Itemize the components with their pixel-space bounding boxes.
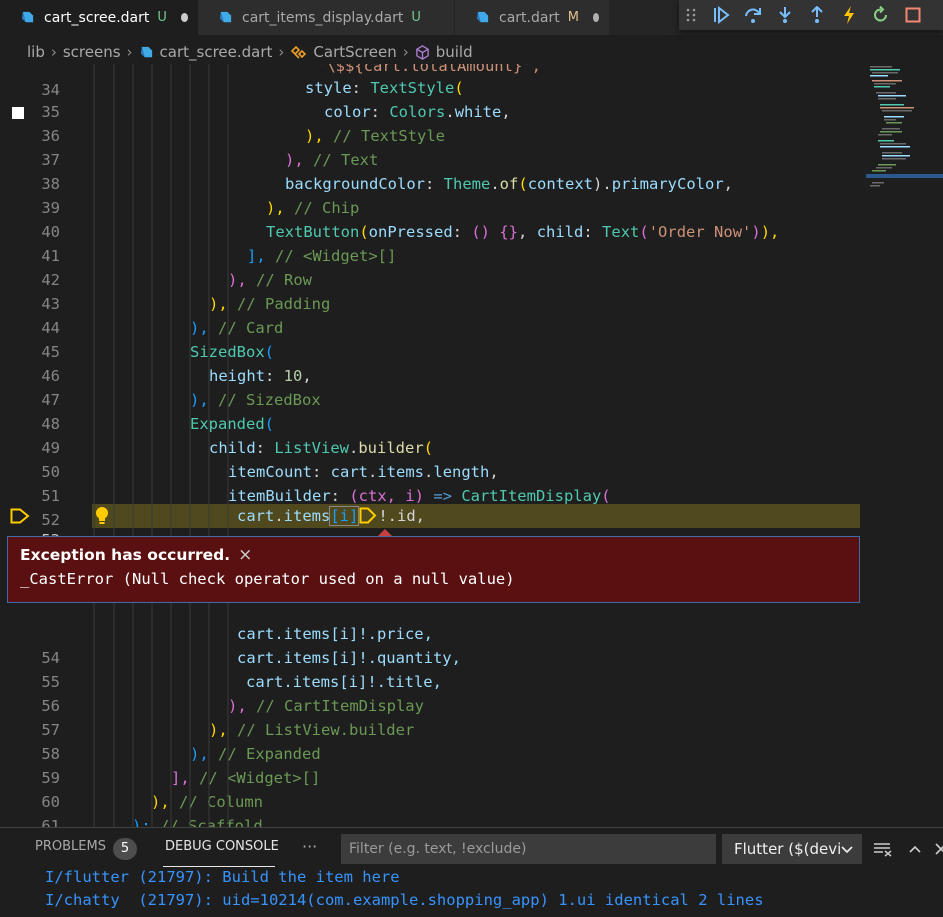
problems-count-badge: 5 (113, 838, 137, 860)
step-over-button[interactable] (737, 0, 769, 30)
console-output-line: I/chatty (21797): uid=10214(com.example.… (45, 891, 764, 909)
breadcrumb-method[interactable]: build (415, 43, 473, 61)
code-editor[interactable]: 34 '\$${cart.totalAmount}', 35 style: Te… (0, 64, 943, 827)
tab-label: cart.dart (499, 9, 560, 26)
channel-select[interactable]: Flutter ($(devi (722, 834, 862, 864)
minimap[interactable] (866, 64, 943, 204)
close-icon[interactable]: × (238, 545, 252, 565)
exception-message: _CastError (Null check operator used on … (20, 570, 515, 588)
step-into-button[interactable] (769, 0, 801, 30)
dart-file-icon (21, 11, 34, 23)
step-out-icon (811, 6, 823, 23)
breadcrumb-lib[interactable]: lib (27, 43, 45, 61)
breadcrumb-class[interactable]: CartScreen (290, 43, 397, 61)
tab-status: U (157, 10, 167, 25)
restart-icon (874, 6, 887, 22)
close-icon (935, 843, 943, 855)
breadcrumb-class-label: CartScreen (313, 43, 397, 61)
chevron-up-icon (909, 845, 921, 853)
restart-button[interactable] (865, 0, 897, 30)
tab-debug-console[interactable]: DEBUG CONSOLE (165, 839, 279, 854)
chevron-right-icon: › (50, 43, 57, 61)
peek-arrow-icon (378, 529, 392, 536)
bottom-panel: PROBLEMS 5 DEBUG CONSOLE ··· Flutter ($(… (0, 827, 943, 917)
stop-icon (905, 7, 921, 23)
exception-widget: Exception has occurred. × _CastError (Nu… (7, 536, 860, 603)
close-panel-button[interactable] (930, 838, 943, 860)
filter-input[interactable] (341, 834, 716, 864)
clear-all-icon (874, 843, 892, 857)
clear-console-button[interactable] (872, 838, 894, 860)
maximize-panel-button[interactable] (904, 838, 926, 860)
breadcrumb-screens[interactable]: screens (63, 43, 121, 61)
hot-reload-button[interactable] (833, 0, 865, 30)
lightning-icon (844, 6, 854, 24)
drag-grip-icon[interactable] (685, 7, 697, 23)
tab-cart-items-display[interactable]: cart_items_display.dart U (198, 0, 455, 35)
chevron-right-icon: › (126, 43, 133, 61)
more-actions-button[interactable]: ··· (302, 837, 317, 856)
chevron-right-icon: › (278, 43, 285, 61)
dart-file-icon (219, 11, 232, 23)
tab-label: cart_items_display.dart (242, 9, 404, 26)
continue-button[interactable] (705, 0, 737, 30)
tab-status: M (567, 10, 579, 25)
tab-label: cart_scree.dart (44, 9, 150, 26)
step-out-button[interactable] (801, 0, 833, 30)
breadcrumb-method-label: build (435, 43, 473, 61)
console-output-line: I/flutter (21797): Build the item here (45, 868, 400, 886)
debug-toolbar (679, 0, 943, 30)
tab-cart[interactable]: cart.dart M (455, 0, 610, 35)
dart-file-icon (476, 11, 489, 23)
breadcrumb: lib › screens › cart_scree.dart › CartSc… (0, 38, 943, 66)
tab-cart-scree[interactable]: cart_scree.dart U (0, 0, 198, 35)
continue-icon (714, 6, 730, 24)
exception-title: Exception has occurred. (20, 546, 231, 564)
tab-problems[interactable]: PROBLEMS (35, 839, 106, 854)
breadcrumb-file-label: cart_scree.dart (159, 43, 273, 61)
active-tab-indicator (163, 866, 275, 867)
unsaved-dot-icon[interactable] (180, 13, 188, 22)
dart-file-icon (140, 46, 152, 57)
tab-status: U (411, 10, 421, 25)
step-over-icon (745, 8, 761, 23)
panel-tab-bar: PROBLEMS 5 DEBUG CONSOLE ··· Flutter ($(… (0, 828, 943, 870)
class-symbol-icon (291, 45, 307, 59)
method-cube-icon (415, 44, 429, 60)
stop-button[interactable] (897, 0, 929, 30)
chevron-down-icon (841, 846, 853, 854)
breadcrumb-file[interactable]: cart_scree.dart (139, 43, 273, 61)
step-into-icon (779, 7, 791, 23)
chevron-right-icon: › (402, 43, 409, 61)
unsaved-dot-icon[interactable] (592, 13, 599, 22)
indent-guides (93, 64, 229, 827)
channel-select-value: Flutter ($(devi (734, 840, 842, 858)
